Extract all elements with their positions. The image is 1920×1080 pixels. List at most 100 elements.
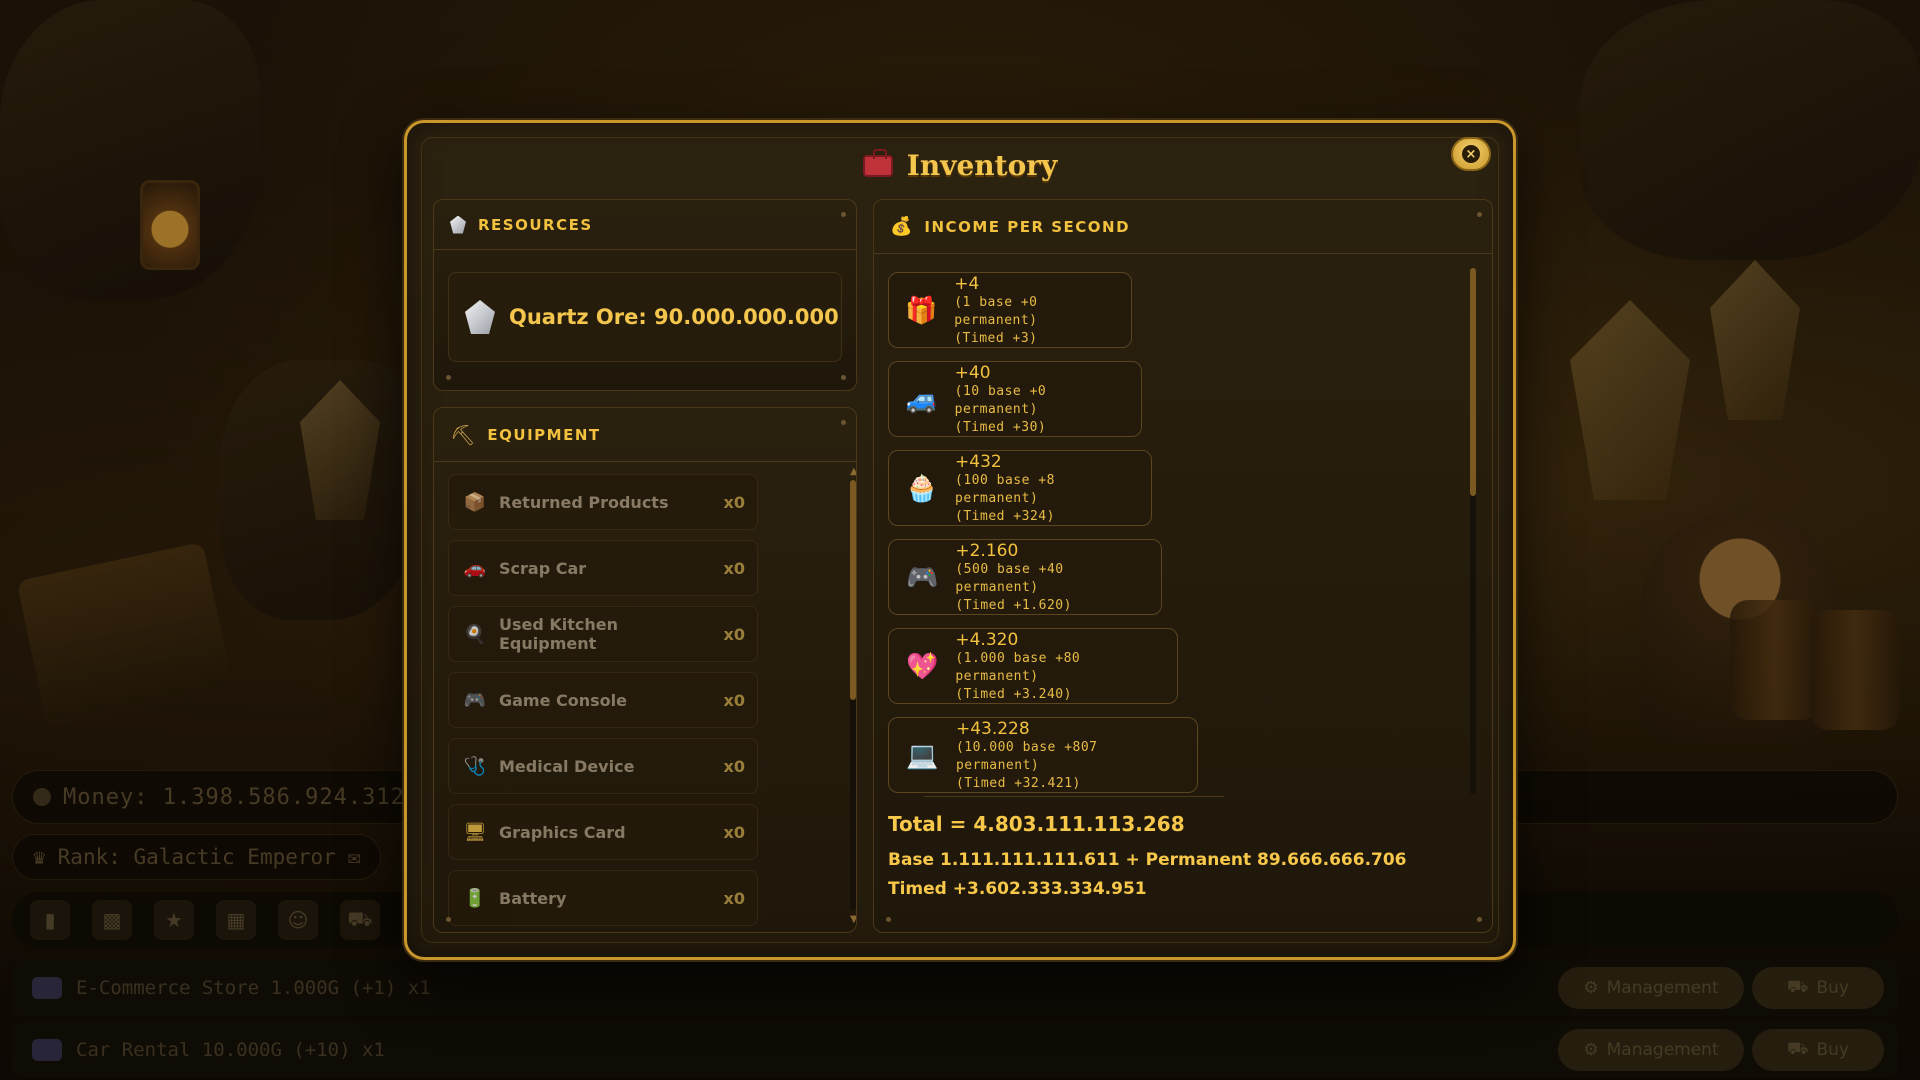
equipment-name: Graphics Card xyxy=(499,822,626,842)
income-row: 💻 +43.228 (10.000 base +807 permanent) (… xyxy=(888,717,1198,793)
inventory-modal: Inventory × RESOURCES Quartz Ore: 90.000… xyxy=(404,120,1516,960)
resources-title: RESOURCES xyxy=(478,215,593,234)
cupcake-icon: 🧁 xyxy=(905,474,939,504)
income-timed: (Timed +30) xyxy=(954,420,1047,435)
scroll-thumb[interactable] xyxy=(850,480,856,700)
income-row: 🎮 +2.160 (500 base +40 permanent) (Timed… xyxy=(888,539,1162,615)
scroll-up-icon[interactable]: ▲ xyxy=(850,466,856,477)
panel-rivet xyxy=(1477,917,1482,922)
gem-icon xyxy=(450,215,466,234)
income-amount: +40 xyxy=(954,363,991,383)
equipment-name: Returned Products xyxy=(499,492,669,512)
income-scrollbar[interactable] xyxy=(1470,268,1476,794)
equipment-item[interactable]: 🍳 Used Kitchen Equipment x0 xyxy=(448,606,758,662)
money-bag-icon: 💰 xyxy=(890,216,913,237)
equipment-item[interactable]: 🩺 Medical Device x0 xyxy=(448,738,758,794)
toolbox-icon xyxy=(862,148,893,177)
equipment-item[interactable]: 🚗 Scrap Car x0 xyxy=(448,540,758,596)
equipment-name: Used Kitchen Equipment xyxy=(499,615,619,653)
close-icon: × xyxy=(1462,145,1480,163)
income-panel: 💰 INCOME PER SECOND 🎁 +4 (1 base +0 perm… xyxy=(873,199,1493,933)
equipment-item[interactable]: 🖥 Graphics Card x0 xyxy=(448,804,758,860)
panel-rivet xyxy=(446,917,451,922)
income-row: 💖 +4.320 (1.000 base +80 permanent) (Tim… xyxy=(888,628,1178,704)
income-header: 💰 INCOME PER SECOND xyxy=(874,200,1492,254)
equipment-item[interactable]: 🔋 Battery x0 xyxy=(448,870,758,926)
equipment-quantity: x0 xyxy=(723,756,745,776)
income-timed-total: Timed +3.602.333.334.951 xyxy=(888,879,1147,899)
panel-rivet xyxy=(446,375,451,380)
resources-panel: RESOURCES Quartz Ore: 90.000.000.000 xyxy=(433,199,857,391)
income-base-permanent: Base 1.111.111.111.611 + Permanent 89.66… xyxy=(888,850,1407,870)
equipment-item[interactable]: 📦 Returned Products x0 xyxy=(448,474,758,530)
pickaxe-icon: ⛏ xyxy=(450,422,476,447)
income-divider xyxy=(924,796,1224,797)
equipment-list: 📦 Returned Products x0 🚗 Scrap Car x0 🍳 … xyxy=(448,474,758,932)
quartz-gem-icon xyxy=(465,300,495,334)
income-amount: +432 xyxy=(955,452,1002,472)
equipment-quantity: x0 xyxy=(723,888,745,908)
scroll-thumb[interactable] xyxy=(1470,268,1476,496)
income-base: (500 base +40 permanent) xyxy=(955,562,1064,595)
box-icon: 📦 xyxy=(463,491,487,513)
quartz-ore-resource: Quartz Ore: 90.000.000.000 xyxy=(448,272,842,362)
income-timed: (Timed +32.421) xyxy=(955,776,1081,791)
income-list: 🎁 +4 (1 base +0 permanent) (Timed +3) 🚙 … xyxy=(888,272,1198,806)
stethoscope-icon: 🩺 xyxy=(463,755,487,777)
equipment-panel: ⛏ EQUIPMENT 📦 Returned Products x0 🚗 Scr… xyxy=(433,407,857,933)
panel-rivet xyxy=(841,420,846,425)
income-totals: Total = 4.803.111.113.268 Base 1.111.111… xyxy=(888,812,1407,908)
income-total: Total = 4.803.111.113.268 xyxy=(888,812,1185,836)
panel-rivet xyxy=(1477,212,1482,217)
income-base: (1.000 base +80 permanent) xyxy=(955,651,1081,684)
income-base: (100 base +8 permanent) xyxy=(955,473,1055,506)
monitor-icon: 🖥 xyxy=(463,821,487,843)
income-amount: +43.228 xyxy=(955,719,1030,739)
income-title: INCOME PER SECOND xyxy=(924,217,1131,236)
gamepad-icon: 🎮 xyxy=(463,689,487,711)
equipment-name: Medical Device xyxy=(499,756,635,776)
income-base: (10 base +0 permanent) xyxy=(954,384,1047,417)
modal-header: Inventory xyxy=(407,148,1513,182)
income-row: 🚙 +40 (10 base +0 permanent) (Timed +30) xyxy=(888,361,1142,437)
equipment-name: Battery xyxy=(499,888,567,908)
income-row: 🎁 +4 (1 base +0 permanent) (Timed +3) xyxy=(888,272,1132,348)
laptop-icon: 💻 xyxy=(906,741,939,771)
panel-rivet xyxy=(841,212,846,217)
income-amount: +2.160 xyxy=(955,541,1019,561)
scroll-down-icon[interactable]: ▼ xyxy=(850,914,856,925)
equipment-item[interactable]: 🎮 Game Console x0 xyxy=(448,672,758,728)
car-icon: 🚙 xyxy=(905,385,938,415)
battery-icon: 🔋 xyxy=(463,887,487,909)
equipment-header: ⛏ EQUIPMENT xyxy=(434,408,856,462)
equipment-quantity: x0 xyxy=(723,558,745,578)
income-timed: (Timed +1.620) xyxy=(955,598,1072,613)
income-base: (10.000 base +807 permanent) xyxy=(955,740,1098,773)
income-base: (1 base +0 permanent) xyxy=(954,295,1038,328)
panel-rivet xyxy=(841,375,846,380)
panel-rivet xyxy=(886,917,891,922)
pan-icon: 🍳 xyxy=(463,623,487,645)
equipment-quantity: x0 xyxy=(723,822,745,842)
income-amount: +4.320 xyxy=(955,630,1019,650)
equipment-scrollbar[interactable] xyxy=(850,480,856,910)
heart-health-icon: 💖 xyxy=(905,652,939,682)
modal-title: Inventory xyxy=(906,149,1058,182)
income-timed: (Timed +3.240) xyxy=(955,687,1072,702)
gift-box-icon: 🎁 xyxy=(905,296,938,326)
gamepad-icon: 🎮 xyxy=(905,563,939,593)
car-icon: 🚗 xyxy=(463,557,487,579)
equipment-quantity: x0 xyxy=(723,492,745,512)
equipment-quantity: x0 xyxy=(723,690,745,710)
income-row: 🧁 +432 (100 base +8 permanent) (Timed +3… xyxy=(888,450,1152,526)
equipment-name: Scrap Car xyxy=(499,558,587,578)
equipment-name: Game Console xyxy=(499,690,627,710)
income-timed: (Timed +3) xyxy=(954,331,1038,346)
resources-header: RESOURCES xyxy=(434,200,856,250)
equipment-quantity: x0 xyxy=(723,624,745,644)
income-amount: +4 xyxy=(954,274,980,294)
quartz-ore-value: Quartz Ore: 90.000.000.000 xyxy=(509,305,839,329)
income-timed: (Timed +324) xyxy=(955,509,1055,524)
equipment-title: EQUIPMENT xyxy=(487,425,601,444)
close-button[interactable]: × xyxy=(1451,137,1491,171)
